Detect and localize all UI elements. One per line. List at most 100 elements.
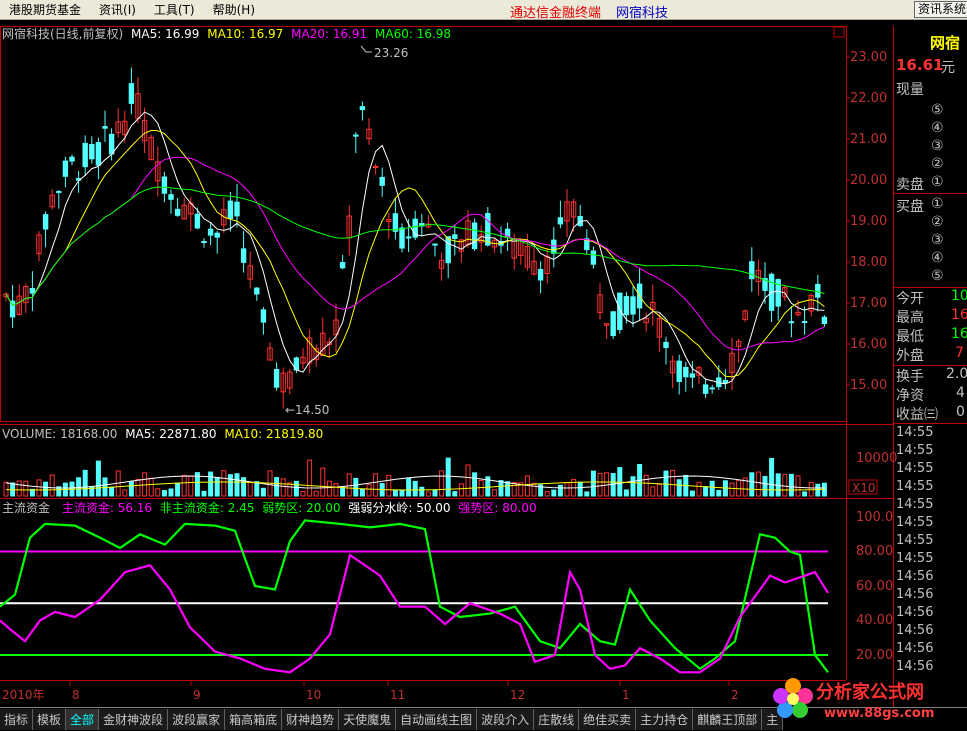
tick-time: 14:55 bbox=[896, 551, 934, 566]
volume-bar bbox=[531, 482, 537, 497]
volume-bar bbox=[16, 480, 22, 497]
price-unit: 元 bbox=[941, 60, 955, 76]
ind-y-tick: 20.00 bbox=[856, 648, 893, 663]
volume-bar bbox=[333, 483, 339, 497]
info-system-button[interactable]: 资讯系统 bbox=[914, 1, 967, 18]
volume-bar bbox=[135, 478, 141, 497]
flower-logo-icon bbox=[773, 678, 813, 718]
volume-bar bbox=[406, 477, 412, 497]
candle-body bbox=[537, 268, 544, 281]
tab-wave-winner[interactable]: 波段赢家 bbox=[168, 709, 226, 730]
volume-bar bbox=[386, 474, 392, 497]
tab-golden-wave[interactable]: 金财神波段 bbox=[99, 709, 169, 730]
volume-bar bbox=[630, 476, 636, 497]
low-value: 16 bbox=[951, 326, 967, 342]
menu-tools[interactable]: 工具(T) bbox=[145, 1, 204, 18]
volume-bar bbox=[247, 481, 253, 497]
volume-bar bbox=[234, 473, 240, 497]
volume-header: VOLUME: 18168.00 MA5: 22871.80 MA10: 218… bbox=[2, 427, 323, 441]
turnover-value: 2.0 bbox=[946, 366, 967, 382]
volume-ma5: MA5: 22871.80 bbox=[125, 427, 216, 441]
volume-bar bbox=[201, 490, 207, 497]
volume-bar bbox=[452, 491, 458, 497]
sell-level: ③ bbox=[931, 138, 944, 154]
watermark-url: www.88gs.com bbox=[824, 706, 935, 721]
volume-bar bbox=[181, 474, 187, 497]
volume-bar bbox=[340, 486, 346, 497]
panel-max-icon[interactable] bbox=[833, 26, 845, 38]
candle-body bbox=[69, 156, 75, 162]
high-price-label: 23.26 bbox=[374, 46, 408, 60]
candle-body bbox=[590, 250, 597, 265]
tick-time: 14:56 bbox=[896, 641, 934, 656]
candle-body bbox=[273, 369, 280, 388]
candle-body bbox=[161, 176, 168, 194]
chart-canvas[interactable]: 网宿科技(日线,前复权) MA5: 16.99 MA10: 16.97 MA20… bbox=[0, 20, 967, 707]
menu-help[interactable]: 帮助(H) bbox=[204, 1, 264, 18]
tab-wealth-trend[interactable]: 财神趋势 bbox=[282, 709, 340, 730]
volume-bar bbox=[782, 473, 788, 497]
volume-bar bbox=[168, 488, 174, 497]
candle-body bbox=[392, 213, 399, 232]
x-label: 9 bbox=[193, 688, 201, 702]
low-price-label: ←14.50 bbox=[285, 403, 329, 417]
candle-body bbox=[749, 261, 755, 280]
tab-wave-entry[interactable]: 波段介入 bbox=[477, 709, 535, 730]
tab-auto-draw[interactable]: 自动画线主图 bbox=[396, 709, 478, 730]
volume-bar bbox=[584, 491, 590, 497]
volume-bar bbox=[623, 489, 629, 497]
open-value: 10 bbox=[951, 288, 967, 304]
tab-best-trade[interactable]: 绝佳买卖 bbox=[579, 709, 637, 730]
candlestick-series bbox=[3, 67, 828, 409]
tab-all[interactable]: 全部 bbox=[66, 709, 100, 730]
eps-label: 收益㈢ bbox=[896, 407, 938, 423]
volume-bar bbox=[82, 469, 88, 497]
y-tick: 22.00 bbox=[850, 91, 887, 106]
tick-time: 14:55 bbox=[896, 425, 934, 440]
x-axis: 2010年 8 9 10 11 12 1 2 bbox=[2, 688, 739, 702]
chart-area[interactable]: 网宿科技(日线,前复权) MA5: 16.99 MA10: 16.97 MA20… bbox=[0, 20, 967, 707]
tab-kylin-top[interactable]: 麒麟王顶部 bbox=[693, 709, 763, 730]
candle-body bbox=[788, 321, 795, 324]
tick-time: 14:56 bbox=[896, 587, 934, 602]
tab-angel-devil[interactable]: 天使魔鬼 bbox=[339, 709, 397, 730]
tab-box-high-low[interactable]: 箱高箱底 bbox=[225, 709, 283, 730]
menu-hk-futures[interactable]: 港股期货基金 bbox=[0, 1, 90, 18]
tab-template[interactable]: 模板 bbox=[33, 709, 67, 730]
buy-level: ① bbox=[931, 196, 944, 212]
y-tick: 16.00 bbox=[850, 337, 887, 352]
volume-bar bbox=[392, 489, 398, 497]
menu-info[interactable]: 资讯(I) bbox=[90, 1, 145, 18]
ticks-divider bbox=[894, 423, 967, 424]
y-tick: 15.00 bbox=[850, 378, 887, 393]
candle-body bbox=[709, 387, 715, 390]
volume-bar bbox=[280, 478, 286, 497]
candle-body bbox=[432, 243, 438, 246]
candle-body bbox=[89, 143, 95, 160]
tab-indicator[interactable]: 指标 bbox=[0, 709, 34, 730]
volume-bar bbox=[227, 474, 233, 497]
volume-bar bbox=[320, 467, 326, 497]
tab-main-position[interactable]: 主力持仓 bbox=[636, 709, 694, 730]
candle-body bbox=[56, 191, 62, 194]
tick-time: 14:55 bbox=[896, 533, 934, 548]
volume-bar bbox=[313, 490, 319, 497]
candle-body bbox=[801, 321, 808, 324]
candle-body bbox=[95, 142, 102, 166]
stock-period-label: 网宿科技(日线,前复权) bbox=[2, 26, 123, 41]
candle-body bbox=[372, 166, 379, 169]
volume-bar bbox=[703, 486, 709, 497]
volume-bar bbox=[769, 458, 775, 497]
weak-zone-label: 弱势区: 20.00 bbox=[262, 501, 340, 515]
price-header: 网宿科技(日线,前复权) MA5: 16.99 MA10: 16.97 MA20… bbox=[2, 26, 451, 41]
volume-bar bbox=[472, 472, 478, 497]
tab-dealer-retail[interactable]: 庄散线 bbox=[534, 709, 580, 730]
menu-bar: 港股期货基金 资讯(I) 工具(T) 帮助(H) 通达信金融终端 网宿科技 资讯… bbox=[0, 0, 967, 21]
volume-bar bbox=[788, 473, 794, 497]
candle-body bbox=[815, 283, 821, 298]
candle-body bbox=[676, 360, 682, 382]
volume-bar bbox=[300, 490, 306, 497]
candle-body bbox=[683, 366, 689, 378]
candle-body bbox=[194, 213, 201, 229]
volume-ma10: MA10: 21819.80 bbox=[224, 427, 323, 441]
